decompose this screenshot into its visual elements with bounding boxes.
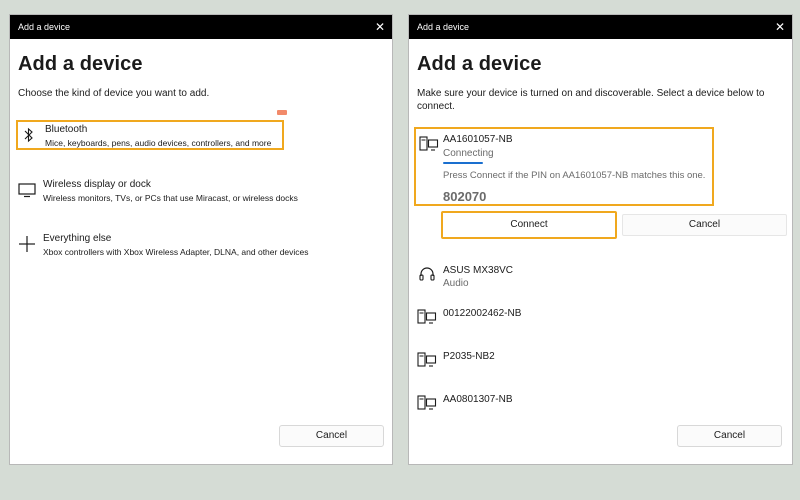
progress-bar	[443, 162, 483, 164]
bluetooth-icon	[20, 127, 38, 143]
list-item-device[interactable]: 00122002462-NB	[415, 306, 715, 336]
pin-message: Press Connect if the PIN on AA1601057-NB…	[443, 170, 706, 181]
instruction-text: Choose the kind of device you want to ad…	[18, 88, 210, 99]
device-name: AA1601057-NB	[443, 134, 513, 145]
list-item-device[interactable]: AA0801307-NB	[415, 392, 715, 422]
option-bluetooth[interactable]: Bluetooth Mice, keyboards, pens, audio d…	[16, 120, 284, 150]
close-button[interactable]: ✕	[768, 15, 792, 39]
add-device-dialog-pairing: Add a device ✕ Add a device Make sure yo…	[408, 14, 793, 465]
option-wireless-display[interactable]: Wireless display or dock Wireless monito…	[16, 177, 298, 207]
computer-icon	[417, 309, 437, 325]
computer-icon	[417, 352, 437, 368]
connect-button[interactable]: Connect	[441, 211, 617, 239]
page-title: Add a device	[417, 53, 542, 75]
window-titlebar: Add a device ✕	[10, 15, 392, 39]
pin-code: 802070	[443, 189, 487, 204]
computer-icon	[417, 395, 437, 411]
option-title: Bluetooth	[45, 124, 88, 135]
device-type: Audio	[443, 278, 469, 289]
window-titlebar: Add a device ✕	[409, 15, 792, 39]
annotation-marker	[277, 110, 287, 115]
list-item-device[interactable]: ASUS MX38VC Audio	[415, 263, 715, 293]
connection-status: Connecting	[443, 148, 494, 159]
option-title: Everything else	[43, 233, 112, 244]
add-device-dialog-type: Add a device ✕ Add a device Choose the k…	[9, 14, 393, 465]
instruction-text: Make sure your device is turned on and d…	[417, 88, 765, 112]
headphones-icon	[417, 266, 437, 282]
window-title: Add a device	[18, 22, 71, 32]
close-button[interactable]: ✕	[368, 15, 392, 39]
cancel-button[interactable]: Cancel	[279, 425, 384, 447]
cancel-button[interactable]: Cancel	[677, 425, 782, 447]
option-description: Xbox controllers with Xbox Wireless Adap…	[43, 247, 309, 257]
cancel-pairing-button[interactable]: Cancel	[622, 214, 787, 236]
device-name: ASUS MX38VC	[443, 265, 514, 276]
option-title: Wireless display or dock	[43, 179, 151, 190]
device-name: AA0801307-NB	[443, 394, 513, 405]
list-item-device[interactable]: P2035-NB2	[415, 349, 715, 379]
option-description: Wireless monitors, TVs, or PCs that use …	[43, 193, 298, 203]
computer-icon	[419, 136, 439, 152]
window-title: Add a device	[417, 22, 470, 32]
selected-device-card[interactable]: AA1601057-NB Connecting Press Connect if…	[414, 127, 714, 206]
plus-icon	[18, 236, 36, 252]
option-everything-else[interactable]: Everything else Xbox controllers with Xb…	[16, 231, 309, 261]
device-name: 00122002462-NB	[443, 308, 522, 319]
monitor-icon	[18, 182, 36, 198]
device-name: P2035-NB2	[443, 351, 495, 362]
page-title: Add a device	[18, 53, 143, 75]
option-description: Mice, keyboards, pens, audio devices, co…	[45, 138, 272, 148]
